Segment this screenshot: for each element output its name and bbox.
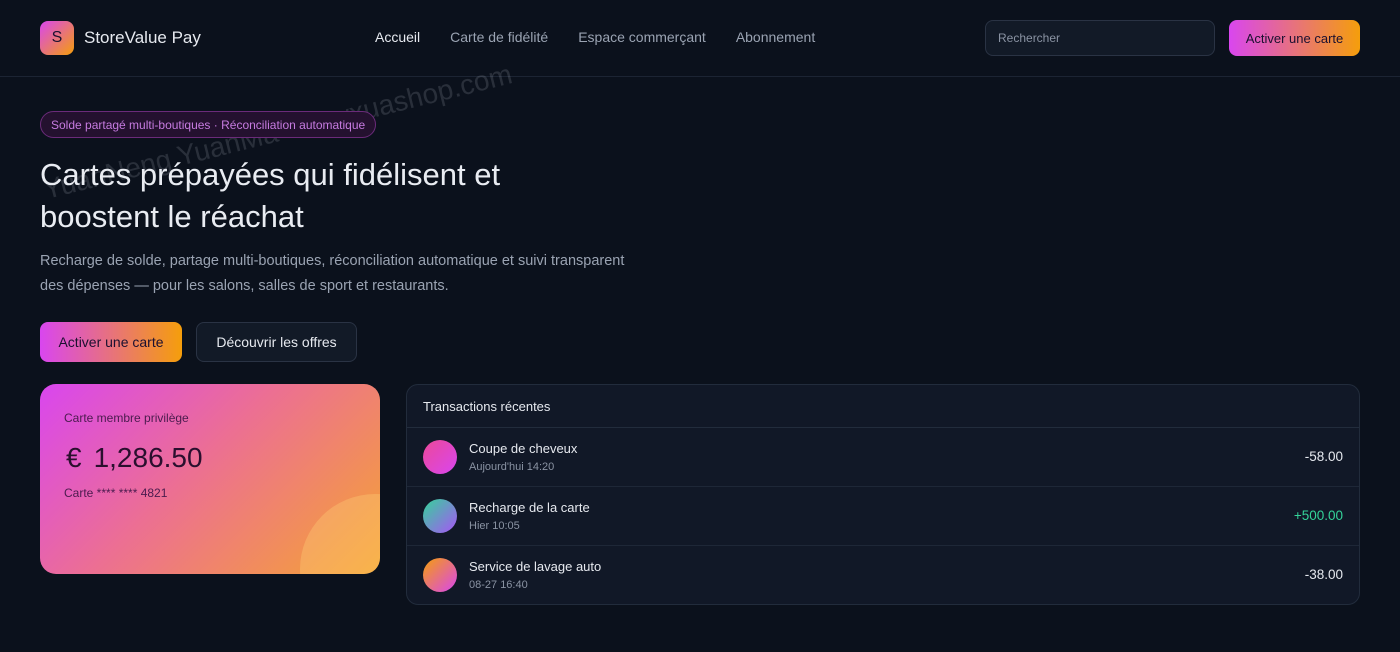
activate-card-header-button[interactable]: Activer une carte	[1229, 20, 1360, 56]
transaction-title: Coupe de cheveux	[469, 441, 578, 456]
transaction-amount: -58.00	[1304, 449, 1343, 464]
member-card[interactable]: Carte membre privilège €1,286.50 Carte *…	[40, 384, 380, 574]
transaction-time: Hier 10:05	[469, 520, 520, 532]
card-balance: €1,286.50	[66, 442, 203, 474]
search-input[interactable]	[985, 20, 1215, 56]
transaction-row[interactable]: Service de lavage auto 08-27 16:40 -38.0…	[407, 546, 1359, 604]
card-number: Carte **** **** 4821	[64, 486, 168, 500]
transaction-amount: +500.00	[1293, 508, 1343, 523]
transaction-avatar	[423, 440, 457, 474]
nav-item-carte-fidelite[interactable]: Carte de fidélité	[450, 29, 548, 45]
balance-amount: 1,286.50	[93, 442, 203, 473]
transaction-row[interactable]: Recharge de la carte Hier 10:05 +500.00	[407, 487, 1359, 546]
transaction-row[interactable]: Coupe de cheveux Aujourd'hui 14:20 -58.0…	[407, 428, 1359, 487]
transaction-title: Service de lavage auto	[469, 559, 602, 574]
main-nav: Accueil Carte de fidélité Espace commerç…	[375, 29, 815, 45]
transaction-time: Aujourd'hui 14:20	[469, 461, 555, 473]
card-label: Carte membre privilège	[64, 411, 189, 425]
activate-card-button[interactable]: Activer une carte	[40, 322, 182, 362]
currency-symbol: €	[66, 442, 82, 473]
logo-icon[interactable]: S	[40, 21, 74, 55]
hero-title: Cartes prépayées qui fidélisent et boost…	[40, 157, 501, 234]
hero-subtitle: Recharge de solde, partage multi-boutiqu…	[40, 253, 625, 294]
transactions-title: Transactions récentes	[407, 385, 1359, 428]
feature-badge: Solde partagé multi-boutiques · Réconcil…	[40, 111, 377, 138]
transaction-title: Recharge de la carte	[469, 500, 590, 515]
transaction-amount: -38.00	[1304, 567, 1343, 582]
card-decoration	[300, 494, 380, 574]
transaction-time: 08-27 16:40	[469, 579, 528, 591]
nav-item-espace-commercant[interactable]: Espace commerçant	[578, 29, 706, 45]
top-header: S StoreValue Pay Accueil Carte de fidéli…	[0, 0, 1400, 77]
transaction-avatar	[423, 558, 457, 592]
nav-item-abonnement[interactable]: Abonnement	[736, 29, 815, 45]
nav-item-accueil[interactable]: Accueil	[375, 29, 420, 45]
transaction-avatar	[423, 499, 457, 533]
discover-offers-button[interactable]: Découvrir les offres	[196, 322, 357, 362]
brand-name[interactable]: StoreValue Pay	[84, 28, 201, 48]
transactions-panel: Transactions récentes Coupe de cheveux A…	[406, 384, 1360, 605]
